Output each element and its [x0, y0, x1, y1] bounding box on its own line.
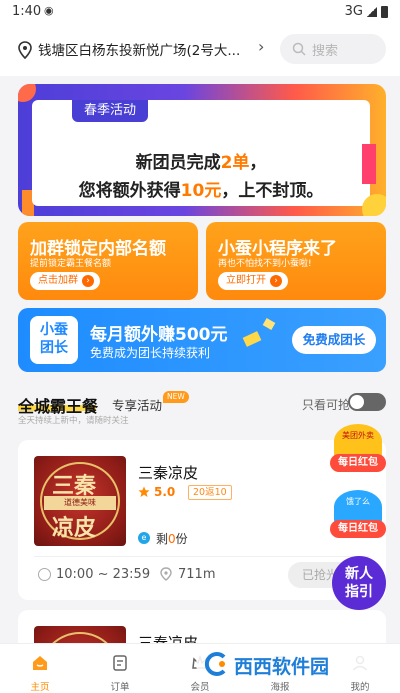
- eleme-icon: e: [138, 532, 150, 544]
- tab-orders[interactable]: 订单: [80, 644, 160, 693]
- signal-icon: [367, 6, 377, 17]
- eleme-logo: 饿了么: [346, 497, 370, 506]
- arrow-right-icon: ›: [82, 275, 94, 287]
- banner-tag: 春季活动: [72, 100, 149, 122]
- search-icon: [292, 42, 306, 56]
- meituan-logo: 美团外卖: [342, 431, 374, 440]
- status-time: 1:40: [12, 4, 42, 19]
- confetti-decoration: [262, 318, 276, 330]
- watermark-logo-icon: [204, 652, 226, 676]
- chevron-right-icon[interactable]: ›: [258, 37, 264, 56]
- daily-red-packet-label: 每日红包: [330, 454, 386, 472]
- clock-icon: [38, 568, 51, 581]
- watermark-text: 西西软件园: [234, 656, 330, 678]
- status-bar: 1:40 ◉ 3G: [0, 0, 400, 24]
- tab-home[interactable]: 主页: [0, 644, 80, 693]
- distance: 711m: [178, 567, 216, 582]
- tab-exclusive-activities[interactable]: 专享活动: [112, 395, 162, 414]
- restaurant-name[interactable]: 三秦凉皮: [138, 462, 198, 483]
- spring-activity-banner[interactable]: 春季活动 新团员完成2单， 您将额外获得10元，上不封顶。: [18, 84, 386, 216]
- watermark: 西西软件园: [196, 646, 376, 682]
- banner-decoration: [362, 194, 386, 216]
- daily-red-packet-label: 每日红包: [330, 520, 386, 538]
- battery-icon: [381, 5, 388, 18]
- join-group-button[interactable]: 点击加群 ›: [30, 272, 100, 290]
- remaining-count: 剩0份: [156, 532, 188, 546]
- rating: 5.0: [154, 485, 176, 499]
- banner-decoration: [362, 144, 376, 184]
- orders-icon: [113, 655, 127, 671]
- eleme-red-packet[interactable]: 饿了么 每日红包: [330, 490, 386, 548]
- available-only-toggle[interactable]: [348, 393, 386, 411]
- thumbnail-text: 凉皮: [52, 516, 97, 541]
- new-badge: NEW: [163, 391, 189, 403]
- meituan-red-packet[interactable]: 美团外卖 每日红包: [330, 424, 386, 482]
- business-hours: 10:00 ~ 23:59: [56, 567, 151, 582]
- join-group-card[interactable]: 加群锁定内部名额 提前锁定霸王餐名额 点击加群 ›: [18, 222, 198, 300]
- address-selector[interactable]: 钱塘区白杨东投新悦广场(2号大...: [38, 39, 248, 59]
- banner-line-2: 您将额外获得10元，上不封顶。: [78, 181, 324, 201]
- star-icon: [138, 486, 150, 497]
- newcomer-guide-button[interactable]: 新人 指引: [332, 556, 386, 610]
- confetti-decoration: [242, 331, 262, 347]
- thumbnail-ribbon: 道德美味: [44, 496, 116, 510]
- search-placeholder: 搜索: [312, 44, 339, 59]
- banner-decoration: [18, 84, 36, 102]
- divider: [34, 556, 370, 557]
- search-box[interactable]: 搜索: [280, 34, 386, 64]
- banner-content: 春季活动 新团员完成2单， 您将额外获得10元，上不封顶。: [32, 100, 370, 206]
- leader-title: 每月额外赚500元: [90, 325, 228, 345]
- toggle-knob: [350, 395, 364, 409]
- team-leader-banner[interactable]: 小蚕 团长 每月额外赚500元 免费成为团长持续获利 免费成团长: [18, 308, 386, 372]
- promo-subtitle: 提前锁定霸王餐名额: [30, 259, 112, 269]
- promo-subtitle: 再也不怕找不到小蚕啦!: [218, 259, 312, 269]
- location-pin-icon: [18, 41, 32, 59]
- leader-subtitle: 免费成为团长持续获利: [90, 346, 211, 360]
- rebate-badge: 20返10: [188, 485, 232, 500]
- home-icon: [33, 656, 47, 670]
- restaurant-thumbnail: 三秦 道德美味 凉皮: [34, 456, 126, 546]
- section-subtitle: 全天持续上新中，请随时关注: [18, 416, 129, 426]
- open-mini-program-button[interactable]: 立即打开 ›: [218, 272, 288, 290]
- become-leader-button[interactable]: 免费成团长: [292, 326, 376, 354]
- header: 钱塘区白杨东投新悦广场(2号大... › 搜索: [0, 24, 400, 76]
- location-pin-icon: [160, 567, 172, 581]
- mini-program-card[interactable]: 小蚕小程序来了 再也不怕找不到小蚕啦! 立即打开 ›: [206, 222, 386, 300]
- filter-label: 只看可抢: [302, 398, 351, 412]
- status-right: 3G: [345, 4, 388, 19]
- team-leader-badge: 小蚕 团长: [30, 316, 78, 364]
- notification-icon: ◉: [44, 4, 54, 17]
- arrow-right-icon: ›: [270, 275, 282, 287]
- network-label: 3G: [344, 4, 363, 19]
- banner-line-1: 新团员完成2单，: [135, 153, 267, 173]
